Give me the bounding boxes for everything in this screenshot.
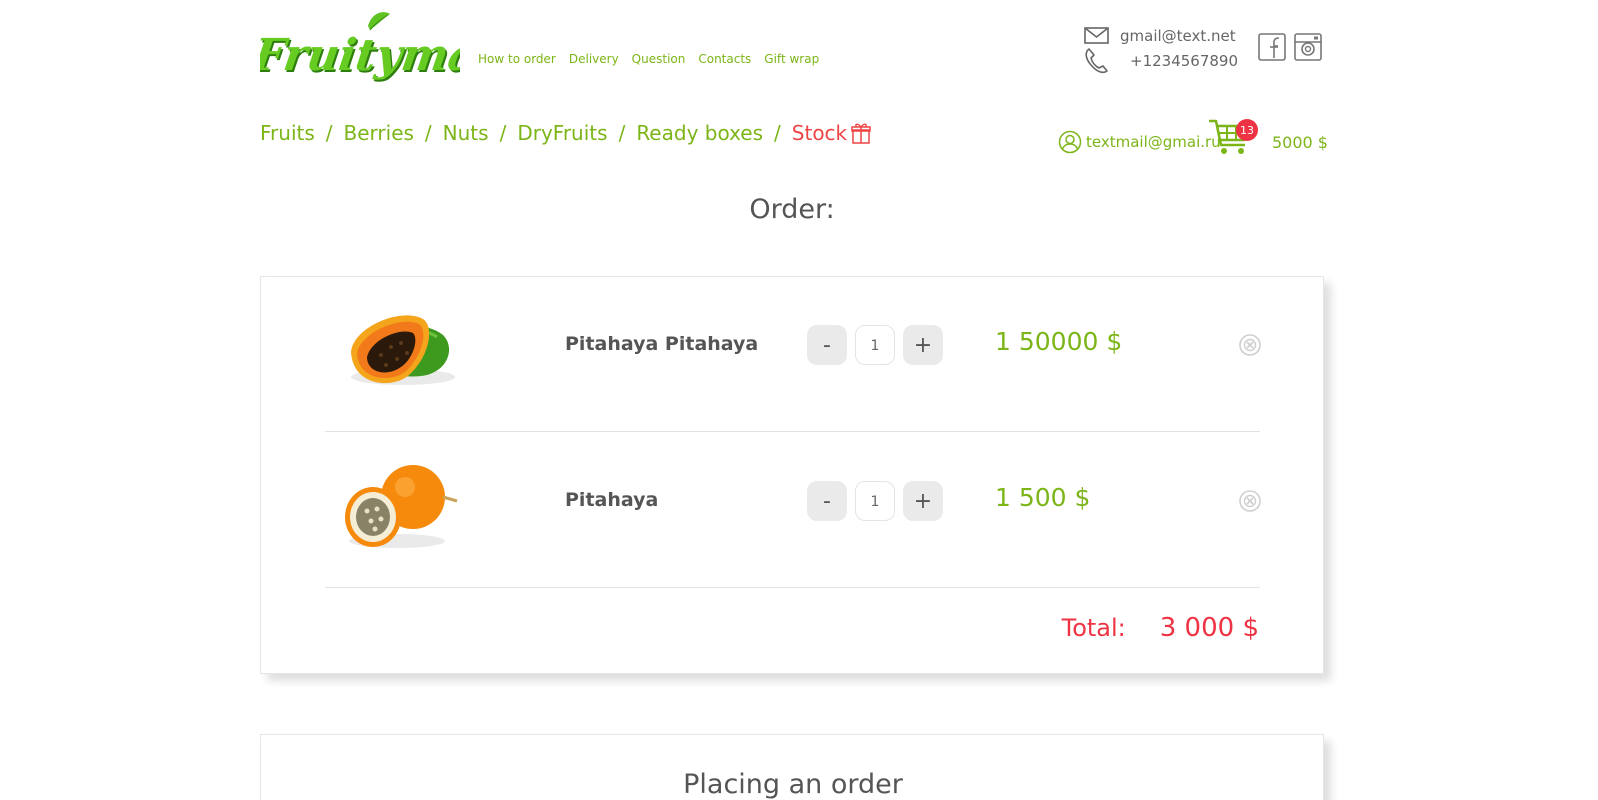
order-panel: Pitahaya Pitahaya - 1 + 1 50000 $ Pitaha…: [260, 276, 1324, 674]
total-label: Total:: [1061, 614, 1126, 642]
contact-email: gmail@text.net: [1120, 27, 1236, 45]
nav-gift-wrap[interactable]: Gift wrap: [764, 52, 819, 66]
order-title: Order:: [749, 194, 835, 225]
category-separator: /: [325, 121, 333, 145]
category-ready-boxes[interactable]: Ready boxes: [636, 121, 763, 145]
category-separator: /: [424, 121, 432, 145]
remove-item-icon[interactable]: [1238, 489, 1262, 513]
cart-count-badge: 13: [1236, 119, 1258, 141]
instagram-icon[interactable]: [1294, 33, 1322, 61]
cart-button[interactable]: 13: [1207, 117, 1259, 157]
increase-button[interactable]: +: [903, 325, 943, 365]
contact-phone: +1234567890: [1130, 52, 1239, 70]
category-stock[interactable]: Stock: [792, 121, 847, 145]
phone-icon: [1082, 47, 1112, 75]
item-price: 1 50000 $: [995, 327, 1123, 356]
item-name: Pitahaya Pitahaya: [565, 333, 759, 355]
category-separator: /: [499, 121, 507, 145]
category-separator: /: [774, 121, 781, 145]
increase-button[interactable]: +: [903, 481, 943, 521]
contact-phone-row[interactable]: +1234567890: [1082, 47, 1238, 75]
facebook-icon[interactable]: [1258, 33, 1286, 61]
gift-icon: [851, 122, 871, 144]
order-total: Total: 3 000 $: [1062, 613, 1259, 643]
category-fruits[interactable]: Fruits: [260, 121, 315, 145]
quantity-field[interactable]: 1: [855, 481, 895, 521]
granadilla-image: [331, 453, 461, 563]
order-item-row: Pitahaya - 1 + 1 500 $: [325, 433, 1262, 588]
nav-contacts[interactable]: Contacts: [698, 52, 751, 66]
order-item-row: Pitahaya Pitahaya - 1 + 1 50000 $: [325, 277, 1262, 432]
quantity-stepper: - 1 +: [807, 481, 943, 521]
remove-item-icon[interactable]: [1238, 333, 1262, 357]
top-nav: How to order Delivery Question Contacts …: [478, 52, 819, 66]
page: Fruitymall Fruitymall How to order Deliv…: [260, 0, 1328, 800]
fruitymall-logo[interactable]: Fruitymall Fruitymall: [260, 10, 460, 90]
category-nuts[interactable]: Nuts: [443, 121, 489, 145]
quantity-field[interactable]: 1: [855, 325, 895, 365]
decrease-button[interactable]: -: [807, 481, 847, 521]
placing-order-title: Placing an order: [683, 769, 903, 800]
social-links: [1258, 33, 1322, 61]
total-amount: 3 000 $: [1159, 613, 1259, 643]
item-name: Pitahaya: [565, 489, 659, 511]
account-email[interactable]: textmail@gmai.ru: [1086, 133, 1221, 151]
nav-how-to-order[interactable]: How to order: [478, 52, 556, 66]
nav-delivery[interactable]: Delivery: [569, 52, 619, 66]
account-link[interactable]: textmail@gmai.ru: [1058, 130, 1221, 154]
category-nav: Fruits / Berries / Nuts / DryFruits / Re…: [260, 121, 871, 145]
category-dryfruits[interactable]: DryFruits: [517, 121, 607, 145]
cart-sum: 5000 $: [1272, 133, 1328, 152]
papaya-image: [331, 297, 461, 407]
decrease-button[interactable]: -: [807, 325, 847, 365]
placing-order-panel: Placing an order: [260, 734, 1324, 800]
contacts-block: gmail@text.net +1234567890: [1082, 22, 1238, 82]
item-price: 1 500 $: [995, 483, 1091, 512]
user-icon: [1058, 130, 1082, 154]
category-berries[interactable]: Berries: [344, 121, 414, 145]
quantity-stepper: - 1 +: [807, 325, 943, 365]
category-separator: /: [618, 121, 626, 145]
svg-text:Fruitymall: Fruitymall: [260, 29, 460, 81]
nav-question[interactable]: Question: [632, 52, 686, 66]
